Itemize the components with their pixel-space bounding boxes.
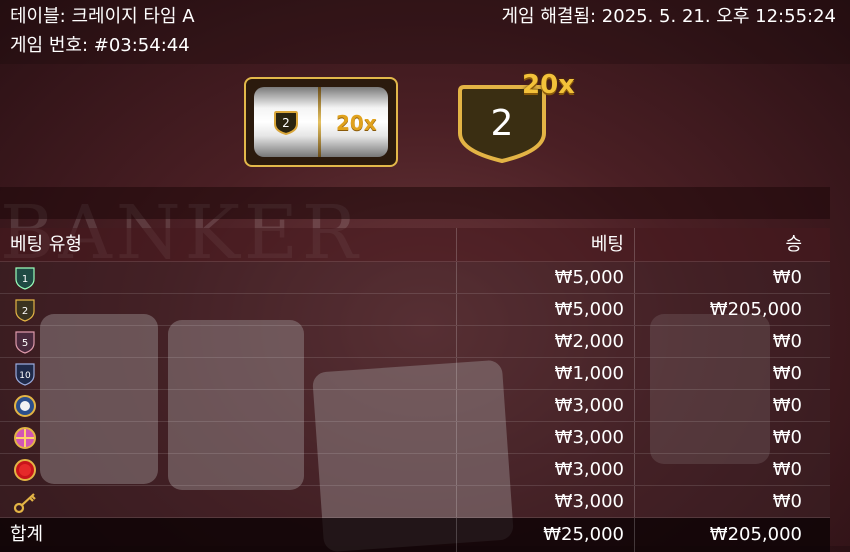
table-row: ₩3,000 ₩0: [0, 422, 830, 454]
total-bet: ₩25,000: [456, 518, 634, 552]
game-number: 게임 번호: #03:54:44: [10, 35, 190, 56]
table-row: ₩3,000 ₩0: [0, 454, 830, 486]
table-header: 베팅 유형 베팅 승: [0, 228, 830, 262]
table-row: 2 ₩5,000 ₩205,000: [0, 294, 830, 326]
bet-amount: ₩3,000: [456, 390, 634, 421]
win-amount: ₩0: [634, 358, 830, 389]
bet-amount: ₩3,000: [456, 422, 634, 453]
total-row: 합계 ₩25,000 ₩205,000: [0, 518, 830, 552]
top-slot-result: 2 20x: [244, 77, 398, 167]
col-bet: 베팅: [456, 228, 634, 261]
table-row: ₩3,000 ₩0: [0, 390, 830, 422]
bet-amount: ₩5,000: [456, 262, 634, 293]
total-win: ₩205,000: [634, 518, 830, 552]
svg-text:2: 2: [282, 116, 290, 130]
table-row: 5 ₩2,000 ₩0: [0, 326, 830, 358]
slot-multiplier: 20x: [336, 111, 377, 135]
segment-10-icon: 10: [15, 363, 35, 386]
slot-segment-shield-icon: 2: [274, 111, 298, 135]
wheel-multiplier: 20x: [522, 70, 575, 100]
bet-amount: ₩3,000: [456, 486, 634, 517]
segment-2-icon: 2: [15, 299, 35, 322]
coin-flip-icon: [14, 395, 36, 417]
table-row: 1 ₩5,000 ₩0: [0, 262, 830, 294]
game-resolved-time: 게임 해결됨: 2025. 5. 21. 오후 12:55:24: [501, 6, 837, 27]
table-name: 테이블: 크레이지 타임 A: [10, 6, 195, 27]
bet-results-table: 베팅 유형 베팅 승 1 ₩5,000 ₩0 2 ₩5,000 ₩205,000…: [0, 228, 830, 552]
divider-bar: [0, 187, 830, 219]
total-label: 합계: [10, 524, 44, 545]
segment-5-icon: 5: [15, 331, 35, 354]
col-win: 승: [634, 228, 830, 261]
bet-amount: ₩2,000: [456, 326, 634, 357]
crazy-time-key-icon: [13, 493, 36, 514]
win-amount: ₩0: [634, 486, 830, 517]
segment-1-icon: 1: [15, 267, 35, 290]
bet-amount: ₩3,000: [456, 454, 634, 485]
bet-amount: ₩5,000: [456, 294, 634, 325]
cash-hunt-icon: [14, 459, 36, 481]
win-amount: ₩0: [634, 422, 830, 453]
table-row: 10 ₩1,000 ₩0: [0, 358, 830, 390]
table-row: ₩3,000 ₩0: [0, 486, 830, 518]
win-amount: ₩0: [634, 454, 830, 485]
win-amount: ₩0: [634, 390, 830, 421]
header-bar: 테이블: 크레이지 타임 A 게임 번호: #03:54:44 게임 해결됨: …: [0, 0, 850, 64]
pachinko-icon: [14, 427, 36, 449]
bet-amount: ₩1,000: [456, 358, 634, 389]
svg-text:10: 10: [19, 371, 31, 381]
svg-text:2: 2: [22, 306, 28, 317]
svg-text:5: 5: [22, 338, 28, 349]
svg-text:1: 1: [22, 274, 28, 285]
win-amount: ₩0: [634, 262, 830, 293]
win-amount: ₩205,000: [634, 294, 830, 325]
win-amount: ₩0: [634, 326, 830, 357]
svg-text:2: 2: [491, 103, 514, 144]
col-bet-type: 베팅 유형: [10, 234, 82, 255]
